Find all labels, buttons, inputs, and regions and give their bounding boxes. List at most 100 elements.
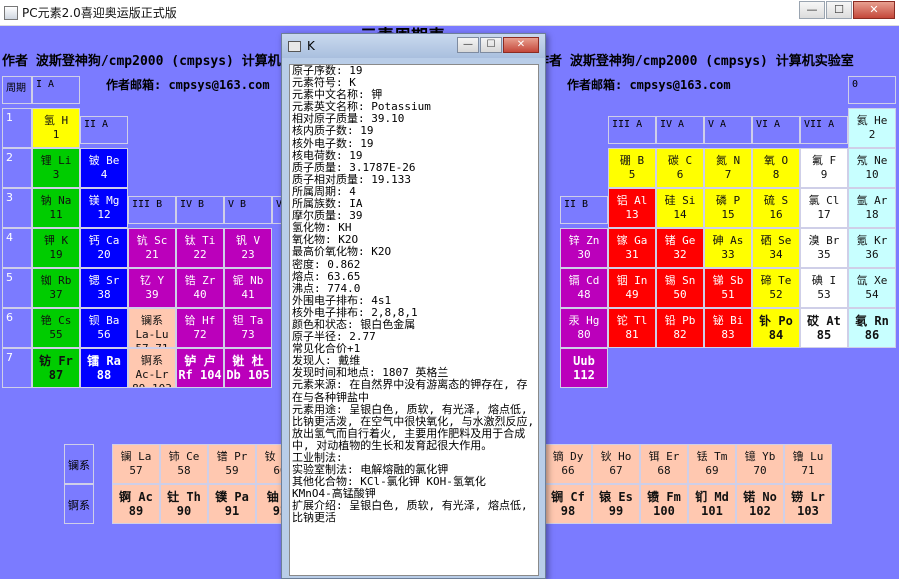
element-cell-as[interactable]: 砷 As 33 — [704, 228, 752, 268]
element-cell-pb[interactable]: 铅 Pb 82 — [656, 308, 704, 348]
series-cell-fm[interactable]: 镄 Fm 100 — [640, 484, 688, 524]
element-symbol: 镧 La — [120, 450, 152, 463]
element-cell-uub[interactable]: Uub 112 — [560, 348, 608, 388]
series-cell-th[interactable]: 钍 Th 90 — [160, 484, 208, 524]
atomic-number: 99 — [608, 504, 624, 518]
element-cell-n[interactable]: 氮 N7 — [704, 148, 752, 188]
element-cell-db[interactable]: 𬭊 杜 Db 105 — [224, 348, 272, 388]
series-cell-lu[interactable]: 镥 Lu 71 — [784, 444, 832, 484]
element-cell-ba[interactable]: 钡 Ba 56 — [80, 308, 128, 348]
series-cell-tm[interactable]: 铥 Tm 69 — [688, 444, 736, 484]
element-cell-hf[interactable]: 铪 Hf 72 — [176, 308, 224, 348]
element-cell-p[interactable]: 磷 P 15 — [704, 188, 752, 228]
series-cell-ac[interactable]: 锕 Ac 89 — [112, 484, 160, 524]
element-cell-po[interactable]: 钋 Po 84 — [752, 308, 800, 348]
element-cell-in[interactable]: 铟 In 49 — [608, 268, 656, 308]
atomic-number: 48 — [577, 288, 591, 301]
detail-minimize-button[interactable]: — — [457, 37, 479, 53]
element-cell-kr[interactable]: 氪 Kr 36 — [848, 228, 896, 268]
element-cell-sr[interactable]: 锶 Sr 38 — [80, 268, 128, 308]
element-cell-cs[interactable]: 铯 Cs 55 — [32, 308, 80, 348]
series-cell-pr[interactable]: 镨 Pr 59 — [208, 444, 256, 484]
atomic-number: 57 — [129, 464, 143, 477]
element-cell-tl[interactable]: 铊 Tl 81 — [608, 308, 656, 348]
element-cell-ge[interactable]: 锗 Ge 32 — [656, 228, 704, 268]
element-detail-text[interactable]: 原子序数: 19 元素符号: K 元素中文名称: 钾元素英文名称: Potassiu… — [289, 64, 539, 576]
element-cell-fr[interactable]: 钫 Fr 87 — [32, 348, 80, 388]
element-symbol: 钙 Ca — [88, 234, 120, 247]
element-cell-zr[interactable]: 锆 Zr 40 — [176, 268, 224, 308]
element-detail-window[interactable]: K — ☐ ✕ 原子序数: 19 元素符号: K 元素中文名称: 钾元素英文名称: … — [281, 33, 546, 579]
detail-close-button[interactable]: ✕ — [503, 37, 539, 53]
maximize-button[interactable]: ☐ — [826, 1, 852, 19]
element-cell-be[interactable]: 铍 Be 4 — [80, 148, 128, 188]
series-cell-no[interactable]: 锘 No 102 — [736, 484, 784, 524]
element-cell-sn[interactable]: 锡 Sn 50 — [656, 268, 704, 308]
element-cell-te[interactable]: 碲 Te 52 — [752, 268, 800, 308]
element-cell-ar[interactable]: 氩 Ar 18 — [848, 188, 896, 228]
element-cell-rn[interactable]: 氡 Rn 86 — [848, 308, 896, 348]
element-cell-ne[interactable]: 氖 Ne 10 — [848, 148, 896, 188]
series-cell-ce[interactable]: 铈 Ce 58 — [160, 444, 208, 484]
element-cell-f[interactable]: 氟 F9 — [800, 148, 848, 188]
element-cell-k[interactable]: 钾 K 19 — [32, 228, 80, 268]
series-cell-es[interactable]: 锿 Es 99 — [592, 484, 640, 524]
detail-maximize-button[interactable]: ☐ — [480, 37, 502, 53]
element-cell-rb[interactable]: 铷 Rb 37 — [32, 268, 80, 308]
element-cell-bi[interactable]: 铋 Bi 83 — [704, 308, 752, 348]
element-cell-ga[interactable]: 镓 Ga 31 — [608, 228, 656, 268]
atomic-number: 50 — [673, 288, 687, 301]
element-cell-si[interactable]: 硅 Si 14 — [656, 188, 704, 228]
series-cell-yb[interactable]: 镱 Yb 70 — [736, 444, 784, 484]
element-cell-li[interactable]: 锂 Li 3 — [32, 148, 80, 188]
element-cell-na[interactable]: 钠 Na 11 — [32, 188, 80, 228]
series-cell-dy[interactable]: 镝 Dy 66 — [544, 444, 592, 484]
element-cell-rf[interactable]: 𬬻 卢 Rf 104 — [176, 348, 224, 388]
element-cell-v[interactable]: 钒 V 23 — [224, 228, 272, 268]
element-symbol: 铈 Ce — [168, 450, 200, 463]
element-cell-ac-lr[interactable]: 锕系Ac-Lr 89-103 — [128, 348, 176, 388]
series-cell-la[interactable]: 镧 La 57 — [112, 444, 160, 484]
series-cell-er[interactable]: 铒 Er 68 — [640, 444, 688, 484]
element-cell-h[interactable]: 氢 H1 — [32, 108, 80, 148]
element-cell-ti[interactable]: 钛 Ti 22 — [176, 228, 224, 268]
series-cell-pa[interactable]: 镤 Pa 91 — [208, 484, 256, 524]
element-cell-b[interactable]: 硼 B5 — [608, 148, 656, 188]
element-cell-c[interactable]: 碳 C6 — [656, 148, 704, 188]
element-cell-cd[interactable]: 镉 Cd 48 — [560, 268, 608, 308]
element-cell-mg[interactable]: 镁 Mg 12 — [80, 188, 128, 228]
element-cell-se[interactable]: 硒 Se 34 — [752, 228, 800, 268]
element-cell-at[interactable]: 砹 At 85 — [800, 308, 848, 348]
minimize-button[interactable]: — — [799, 1, 825, 19]
series-cell-md[interactable]: 钔 Md 101 — [688, 484, 736, 524]
element-cell-al[interactable]: 铝 Al 13 — [608, 188, 656, 228]
element-cell-xe[interactable]: 氙 Xe 54 — [848, 268, 896, 308]
element-symbol: 硒 Se — [760, 234, 792, 247]
element-cell-zn[interactable]: 锌 Zn 30 — [560, 228, 608, 268]
element-cell-he[interactable]: 氦 He 2 — [848, 108, 896, 148]
element-cell-o[interactable]: 氧 O8 — [752, 148, 800, 188]
close-button[interactable]: ✕ — [853, 1, 895, 19]
element-cell-y[interactable]: 钇 Y 39 — [128, 268, 176, 308]
app-icon — [4, 5, 18, 20]
element-cell-la-lu[interactable]: 镧系La-Lu 57-71 — [128, 308, 176, 348]
series-cell-lr[interactable]: 铹 Lr 103 — [784, 484, 832, 524]
series-cell-cf[interactable]: 锎 Cf 98 — [544, 484, 592, 524]
element-cell-nb[interactable]: 铌 Nb 41 — [224, 268, 272, 308]
element-cell-cl[interactable]: 氯 Cl 17 — [800, 188, 848, 228]
element-cell-ta[interactable]: 钽 Ta 73 — [224, 308, 272, 348]
element-cell-sb[interactable]: 锑 Sb 51 — [704, 268, 752, 308]
element-cell-ca[interactable]: 钙 Ca 20 — [80, 228, 128, 268]
element-cell-br[interactable]: 溴 Br 35 — [800, 228, 848, 268]
element-cell-i[interactable]: 碘 I 53 — [800, 268, 848, 308]
element-cell-hg[interactable]: 汞 Hg 80 — [560, 308, 608, 348]
period-label-4: 4 — [2, 228, 32, 268]
element-symbol: 钾 K — [43, 234, 69, 247]
window-icon — [288, 40, 301, 52]
element-cell-sc[interactable]: 钪 Sc 21 — [128, 228, 176, 268]
element-cell-ra[interactable]: 镭 Ra 88 — [80, 348, 128, 388]
element-detail-titlebar[interactable]: K — ☐ ✕ — [282, 34, 545, 58]
atomic-number: 4 — [100, 168, 108, 181]
element-cell-s[interactable]: 硫 S 16 — [752, 188, 800, 228]
series-cell-ho[interactable]: 钬 Ho 67 — [592, 444, 640, 484]
